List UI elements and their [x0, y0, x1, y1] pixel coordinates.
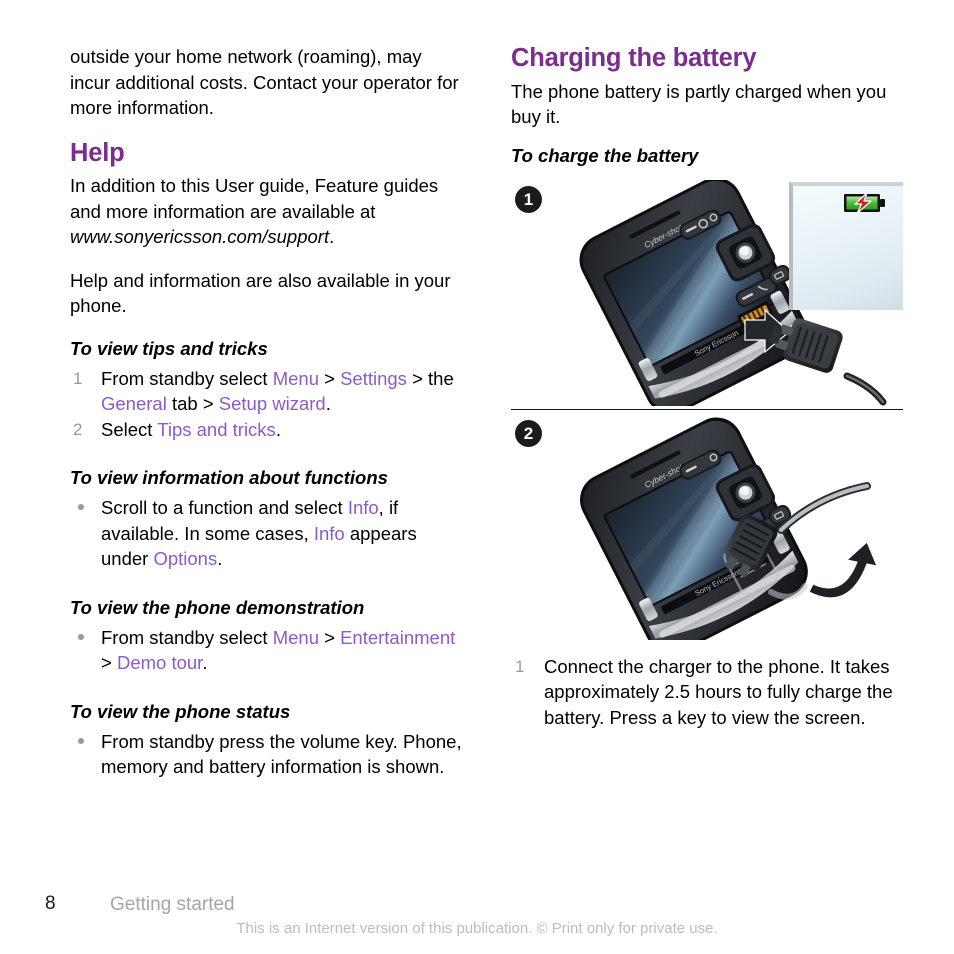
menu-reference[interactable]: Menu [273, 627, 319, 648]
tips-and-tricks-heading: To view tips and tricks [70, 337, 268, 359]
help-paragraph-2: Help and information are also available … [70, 269, 451, 317]
help-paragraph-1-period: . [329, 226, 335, 248]
help-paragraph-1: In addition to this User guide, Feature … [70, 173, 462, 250]
text-run: From standby select [101, 626, 273, 648]
step-text: Connect the charger to the phone. It tak… [544, 655, 893, 728]
page-number: 8 [45, 893, 56, 914]
text-run: . [275, 418, 281, 440]
help-paragraph-1-text: In addition to this User guide, Feature … [70, 175, 439, 222]
step-number: 2 [73, 419, 83, 439]
rotate-arrow-icon [808, 540, 878, 598]
figure-1-phone-with-charger: Cyber-shot Sony Ericsson 1 [511, 179, 903, 406]
text-run: Scroll to a function and select [101, 497, 348, 519]
step-text: From standby select Menu > Entertainment… [101, 627, 455, 674]
figures-divider [511, 408, 903, 410]
step-text: Scroll to a function and select Info, if… [101, 497, 417, 569]
text-run: > [101, 652, 117, 674]
functions-info-bullets: Scroll to a function and select Info, if… [70, 495, 462, 572]
step-number: 1 [73, 368, 83, 388]
footer-disclaimer: This is an Internet version of this publ… [236, 920, 718, 937]
tips-and-tricks-steps: 1 From standby select Menu > Settings > t… [70, 366, 462, 443]
menu-reference[interactable]: Setup wizard [219, 393, 326, 414]
bullet-item: From standby press the volume key. Phone… [70, 729, 462, 780]
right-column: Charging the battery The phone battery i… [511, 44, 903, 730]
to-charge-the-battery-heading: To charge the battery [511, 144, 699, 166]
bullet-dot-icon [78, 737, 84, 744]
footer-section-name: Getting started [110, 894, 235, 915]
functions-info-heading: To view information about functions [70, 467, 388, 489]
text-run: > the [406, 367, 454, 389]
phone-illustration-2: Cyber-shot Sony Ericsson [579, 417, 878, 640]
bullet-item: Scroll to a function and select Info, if… [70, 495, 462, 572]
menu-reference[interactable]: Demo tour [117, 652, 202, 673]
menu-reference[interactable]: Entertainment [340, 627, 455, 648]
menu-reference[interactable]: Tips and tricks [157, 419, 276, 440]
continued-paragraph: outside your home network (roaming), may… [70, 46, 459, 118]
step-text: Select Tips and tricks. [101, 419, 281, 440]
step-text: From standby select Menu > Settings > th… [101, 368, 454, 415]
figure-1-step-badge: 1 [515, 185, 542, 213]
text-run: > [318, 367, 341, 389]
phone-demonstration-heading: To view the phone demonstration [70, 596, 365, 618]
charging-the-battery-heading: Charging the battery [511, 44, 757, 72]
numbered-step: 1 Connect the charger to the phone. It ta… [511, 654, 903, 731]
phone-status-bullets: From standby press the volume key. Phone… [70, 729, 462, 780]
menu-reference[interactable]: Info [348, 497, 379, 518]
text-run: From standby press the volume key. Phone… [101, 730, 462, 778]
step-number: 1 [515, 656, 525, 676]
text-run: From standby select [101, 367, 273, 389]
menu-reference[interactable]: Info [314, 523, 345, 544]
text-run: . [202, 652, 208, 674]
menu-reference[interactable]: General [101, 393, 167, 414]
step-text: From standby press the volume key. Phone… [101, 731, 462, 778]
text-run: . [325, 393, 331, 415]
phone-status-heading: To view the phone status [70, 700, 291, 722]
text-run: Select [101, 418, 158, 440]
charging-figures: Cyber-shot Sony Ericsson 1 Cyber-shot So… [511, 179, 903, 640]
battery-charging-icon [844, 191, 885, 214]
numbered-step: 1 From standby select Menu > Settings > t… [70, 366, 462, 417]
menu-reference[interactable]: Settings [340, 368, 407, 389]
manual-page: outside your home network (roaming), may… [0, 0, 954, 954]
help-heading: Help [70, 138, 125, 167]
numbered-step: 2 Select Tips and tricks. [70, 417, 462, 443]
charging-paragraph: The phone battery is partly charged when… [511, 80, 887, 128]
bullet-item: From standby select Menu > Entertainment… [70, 625, 462, 676]
phone-demonstration-bullets: From standby select Menu > Entertainment… [70, 625, 462, 676]
bullet-dot-icon [78, 504, 84, 511]
left-column: outside your home network (roaming), may… [70, 44, 462, 780]
text-run: . [217, 548, 223, 570]
menu-reference[interactable]: Menu [273, 368, 319, 389]
figure-2-charger-connected: Cyber-shot Sony Ericsson 2 [511, 414, 903, 640]
charge-steps: 1 Connect the charger to the phone. It ta… [511, 654, 903, 731]
bullet-dot-icon [78, 633, 84, 640]
text-run: > [318, 626, 341, 648]
menu-reference[interactable]: Options [153, 548, 217, 569]
support-url: www.sonyericsson.com/support [70, 226, 330, 248]
figure-2-step-badge: 2 [515, 419, 542, 447]
text-run: tab > [166, 393, 219, 415]
